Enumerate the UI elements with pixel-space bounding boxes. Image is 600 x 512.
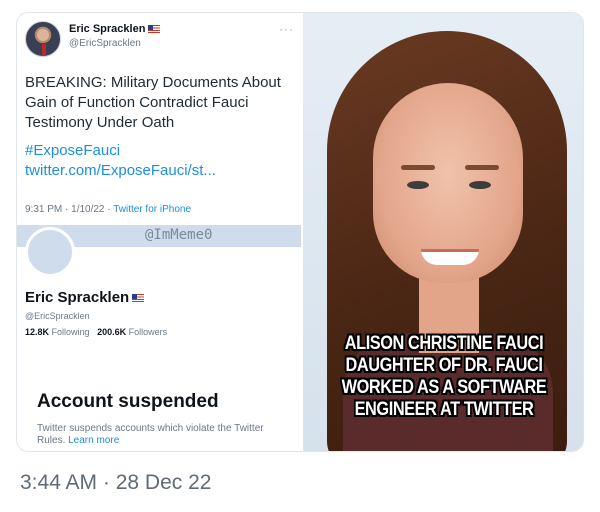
profile-handle: @EricSpracklen [25, 311, 90, 321]
avatar [25, 21, 61, 57]
suspended-title: Account suspended [37, 391, 219, 412]
suspended-note: Twitter suspends accounts which violate … [37, 423, 264, 446]
tweet-link: #ExposeFauci twitter.com/ExposeFauci/st.… [25, 142, 216, 179]
meme-image: Eric Spracklen @EricSpracklen ··· BREAKI… [16, 12, 584, 452]
profile-name: Eric Spracklen [25, 289, 145, 306]
tweet-author-handle: @EricSpracklen [69, 38, 141, 49]
tweet-author-name: Eric Spracklen [69, 23, 161, 35]
caption-line: WORKED AS A SOFTWARE [341, 377, 547, 398]
caption-line: DAUGHTER OF DR. FAUCI [345, 355, 543, 376]
meme-caption: ALISON CHRISTINE FAUCI DAUGHTER OF DR. F… [303, 333, 583, 421]
meme-photo-panel: ALISON CHRISTINE FAUCI DAUGHTER OF DR. F… [303, 13, 583, 451]
more-dots-icon: ··· [279, 22, 294, 36]
us-flag-icon [148, 25, 161, 34]
caption-line: ALISON CHRISTINE FAUCI [344, 333, 544, 354]
profile-stats: 12.8K Following 200.6K Followers [25, 327, 168, 337]
watermark: @ImMeme0 [145, 227, 213, 243]
caption-line: ENGINEER AT TWITTER [354, 399, 534, 420]
us-flag-icon [132, 294, 145, 303]
tweet-screenshot: Eric Spracklen @EricSpracklen ··· BREAKI… [17, 13, 301, 451]
profile-avatar [25, 227, 75, 277]
post-timestamp: 3:44 AM · 28 Dec 22 [20, 471, 212, 494]
tweet-text: BREAKING: Military Documents About Gain … [25, 74, 281, 131]
tweet-meta: 9:31 PM · 1/10/22 · Twitter for iPhone [25, 204, 192, 215]
